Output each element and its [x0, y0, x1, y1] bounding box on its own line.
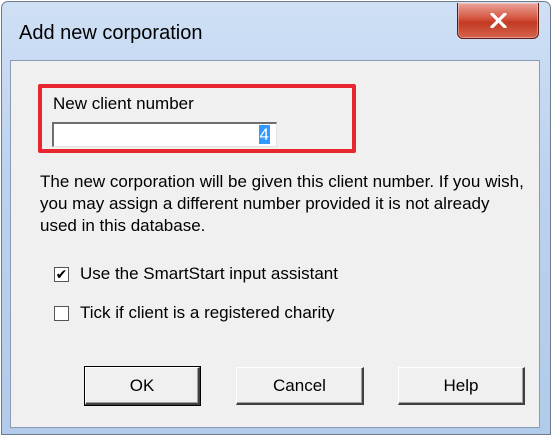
- description-text: The new corporation will be given this c…: [40, 172, 524, 235]
- charity-checkbox[interactable]: [54, 305, 69, 321]
- smartstart-checkbox[interactable]: ✔: [54, 265, 69, 282]
- client-number-label: New client number: [53, 94, 194, 113]
- cancel-button[interactable]: Cancel: [236, 367, 364, 405]
- title-bar[interactable]: Add new corporation: [2, 2, 550, 60]
- ok-button[interactable]: OK: [84, 366, 201, 406]
- dialog-window: Add new corporation New client number 4 …: [1, 1, 551, 435]
- checkmark-icon: ✔: [55, 265, 68, 282]
- help-button[interactable]: Help: [398, 367, 525, 405]
- dialog-title: Add new corporation: [19, 22, 203, 44]
- smartstart-option[interactable]: ✔ Use the SmartStart input assistant: [54, 264, 338, 284]
- close-button[interactable]: [457, 3, 539, 39]
- selected-value: 4: [258, 125, 270, 144]
- smartstart-label: Use the SmartStart input assistant: [80, 264, 338, 283]
- charity-option[interactable]: Tick if client is a registered charity: [54, 303, 334, 323]
- dialog-body: New client number 4 The new corporation …: [10, 60, 540, 428]
- client-number-input[interactable]: 4: [52, 122, 277, 147]
- charity-label: Tick if client is a registered charity: [80, 303, 335, 322]
- close-icon: [489, 13, 507, 28]
